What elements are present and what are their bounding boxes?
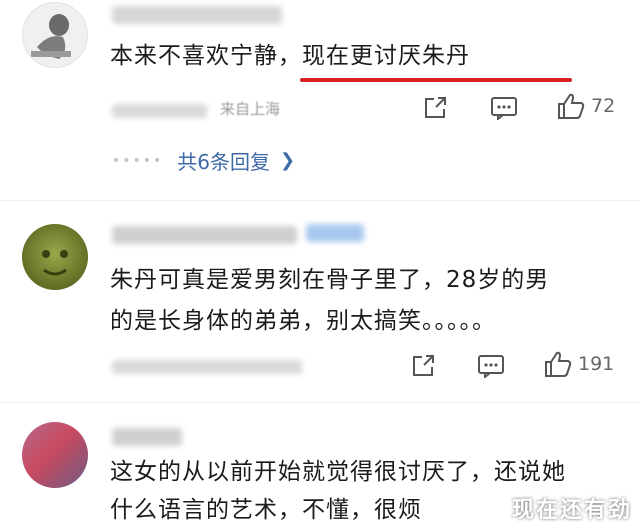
comment-icon	[491, 97, 517, 120]
comment-2: 朱丹可真是爱男刻在骨子里了，28岁的男 的是长身体的弟弟，别太搞笑。。。。。 1…	[0, 210, 640, 400]
red-underline	[300, 78, 572, 82]
like-count: 191	[578, 353, 615, 375]
replies-label: 共6条回复	[177, 150, 271, 174]
avatar-face-icon	[42, 250, 68, 276]
avatar[interactable]	[22, 422, 88, 488]
location-text: 来自上海	[220, 100, 281, 118]
comment-text-line-2: 什么语言的艺术，不懂，很烦	[110, 497, 422, 523]
thumbs-up-icon	[558, 93, 585, 119]
comment-icon	[478, 355, 504, 378]
timestamp-blurred	[112, 360, 302, 374]
like-count: 72	[591, 95, 616, 117]
view-replies-link[interactable]: ••••• 共6条回复 ❯	[112, 146, 295, 175]
share-icon	[425, 97, 446, 118]
share-button[interactable]	[422, 95, 448, 121]
watermark-text: 现在还有劲	[511, 498, 632, 523]
divider	[0, 402, 640, 403]
username-blurred	[112, 428, 182, 446]
comment-text: 本来不喜欢宁静，现在更讨厌朱丹	[110, 43, 470, 69]
avatar[interactable]	[22, 224, 88, 290]
comment-text-line-1: 这女的从以前开始就觉得很讨厌了，还说她	[110, 459, 566, 485]
comment-text-line-2: 的是长身体的弟弟，别太搞笑。。。。。	[110, 308, 496, 334]
username-blurred	[112, 6, 282, 24]
like-button[interactable]: 72	[557, 92, 615, 120]
dots-separator: •••••	[112, 152, 164, 169]
avatar-figure-icon	[31, 14, 71, 59]
share-button[interactable]	[410, 353, 436, 379]
badge-blurred	[306, 224, 364, 242]
share-icon	[413, 355, 434, 376]
username-blurred	[112, 226, 297, 244]
avatar[interactable]	[22, 2, 88, 68]
reply-button[interactable]	[490, 96, 518, 120]
like-button[interactable]: 191	[544, 350, 614, 378]
reply-button[interactable]	[477, 354, 505, 378]
comment-1: 本来不喜欢宁静，现在更讨厌朱丹 来自上海 72 ••••• 共6条回复 ❯	[0, 0, 640, 190]
thumbs-up-icon	[545, 351, 572, 377]
comment-text-line-1: 朱丹可真是爱男刻在骨子里了，28岁的男	[110, 267, 550, 293]
divider	[0, 200, 640, 201]
chevron-right-icon: ❯	[280, 150, 296, 171]
timestamp-blurred	[112, 104, 207, 118]
